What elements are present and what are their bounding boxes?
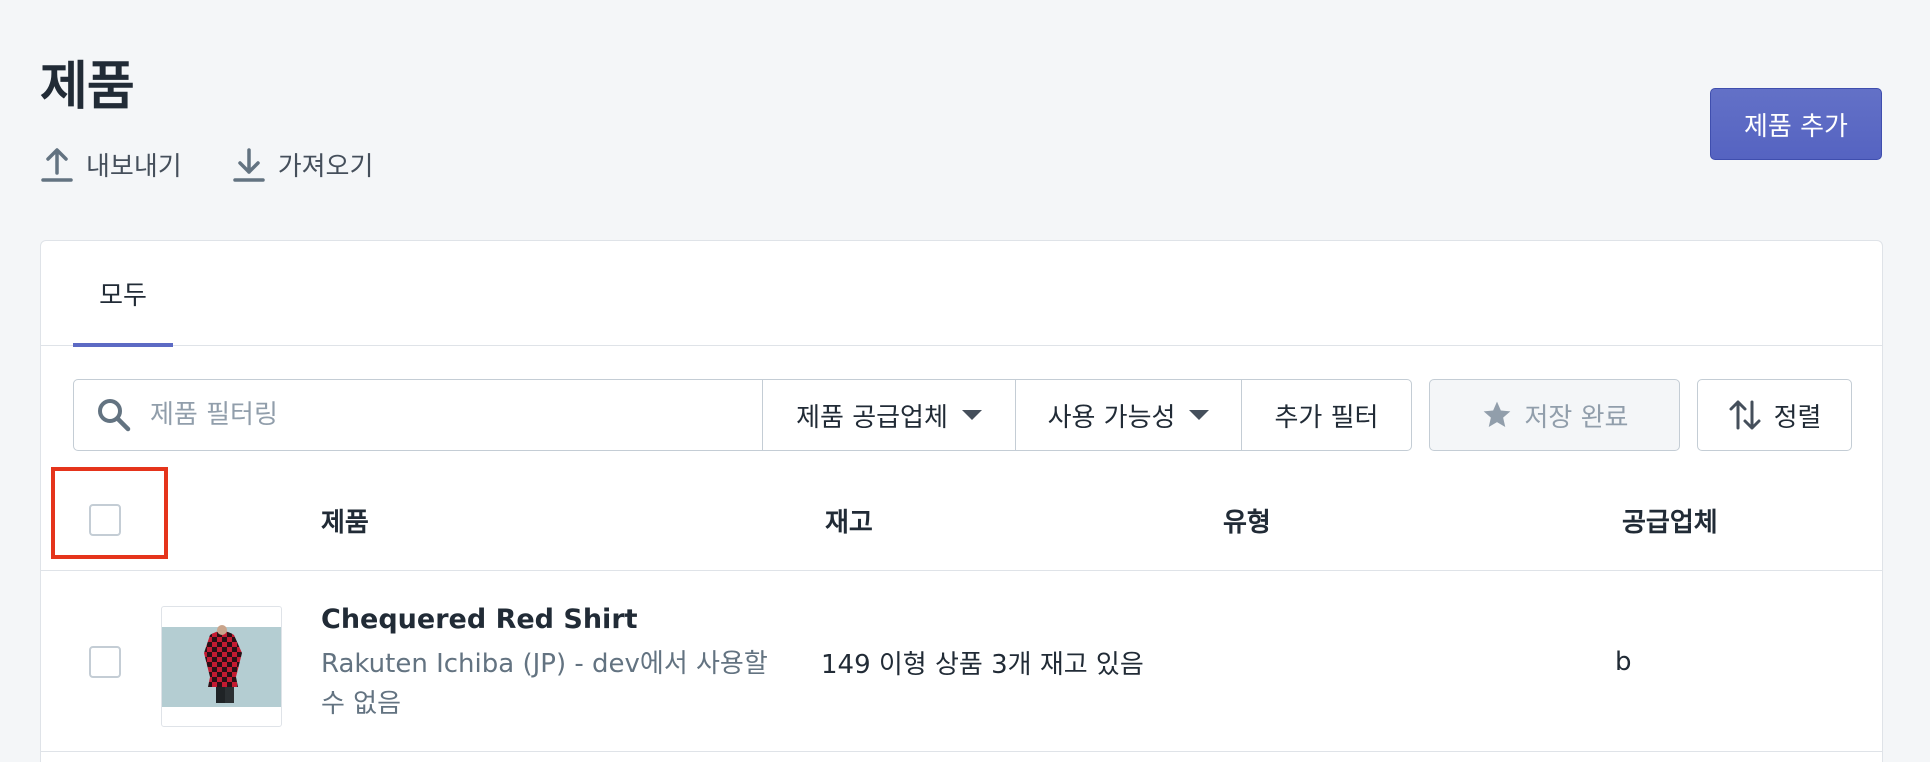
tab-bar: 모두	[41, 241, 1882, 347]
column-header-product: 제품	[321, 507, 369, 538]
page-actions: 내보내기 가져오기	[40, 146, 373, 183]
product-availability-note: Rakuten Ichiba (JP) - dev에서 사용할 수 없음	[321, 649, 768, 719]
star-icon	[1483, 401, 1510, 427]
vendor-filter-label: 제품 공급업체	[796, 402, 948, 433]
tab-all[interactable]: 모두	[73, 241, 173, 347]
table-row[interactable]: Chequered Red Shirt Rakuten Ichiba (JP) …	[41, 572, 1882, 752]
export-button[interactable]: 내보내기	[40, 146, 182, 183]
vendor-cell: b	[1615, 647, 1632, 677]
saved-label: 저장 완료	[1524, 402, 1629, 433]
search-icon	[98, 399, 131, 432]
row-checkbox[interactable]	[89, 646, 121, 678]
vendor-filter-button[interactable]: 제품 공급업체	[763, 379, 1016, 451]
product-name-link[interactable]: Chequered Red Shirt	[321, 604, 638, 635]
sort-icon	[1729, 400, 1761, 430]
highlight-box	[51, 467, 168, 559]
upload-icon	[41, 147, 73, 182]
column-header-type: 유형	[1223, 507, 1271, 538]
shirt-image	[162, 625, 281, 707]
inventory-cell: 149 이형 상품 3개 재고 있음	[821, 649, 1144, 680]
saved-button[interactable]: 저장 완료	[1429, 379, 1680, 451]
add-product-button[interactable]: 제품 추가	[1710, 88, 1882, 160]
products-card: 모두 제품 공급업체 사용 가능성 추가 필터 저장 완료	[40, 240, 1883, 762]
export-label: 내보내기	[86, 152, 182, 182]
more-filters-label: 추가 필터	[1274, 402, 1379, 433]
filter-bar: 제품 공급업체 사용 가능성 추가 필터 저장 완료 정렬	[73, 379, 1852, 451]
availability-filter-label: 사용 가능성	[1047, 402, 1176, 433]
sort-button[interactable]: 정렬	[1697, 379, 1852, 451]
table-header: 제품 재고 유형 공급업체	[41, 469, 1882, 571]
page-title: 제품	[40, 57, 135, 117]
caret-down-icon	[1189, 410, 1210, 420]
search-input[interactable]	[150, 400, 710, 430]
sort-label: 정렬	[1773, 402, 1822, 433]
download-icon	[232, 147, 265, 182]
column-header-vendor: 공급업체	[1622, 507, 1718, 538]
import-button[interactable]: 가져오기	[232, 146, 374, 183]
caret-down-icon	[961, 410, 982, 420]
import-label: 가져오기	[277, 152, 374, 182]
product-thumbnail[interactable]	[161, 606, 282, 727]
column-header-inventory: 재고	[825, 507, 873, 538]
availability-filter-button[interactable]: 사용 가능성	[1016, 379, 1242, 451]
search-field[interactable]	[73, 379, 763, 451]
more-filters-button[interactable]: 추가 필터	[1242, 379, 1412, 451]
